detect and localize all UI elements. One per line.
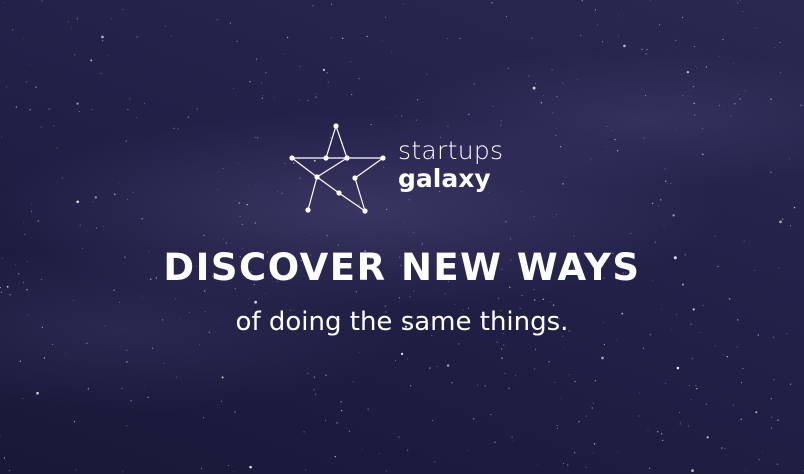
hero-tagline: of doing the same things.: [235, 307, 569, 337]
brand-name-galaxy: galaxy: [398, 164, 491, 193]
hero-banner: startups galaxy DISCOVER NEW WAYS of doi…: [0, 0, 804, 474]
brand-logo: startups galaxy: [286, 120, 546, 220]
star-constellation-icon: [289, 123, 386, 214]
hero-headline: DISCOVER NEW WAYS: [163, 246, 641, 289]
starfield-background: [0, 0, 804, 473]
brand-name-startups: startups: [398, 136, 504, 165]
